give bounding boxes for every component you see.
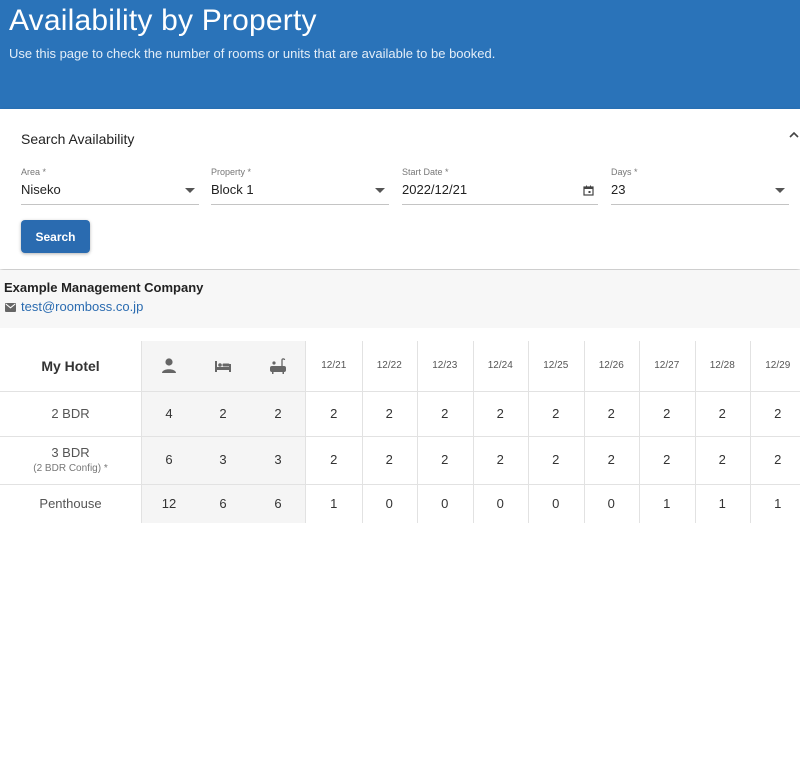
company-info: Example Management Company test@roomboss…: [0, 270, 800, 328]
date-header: 12/27: [654, 360, 680, 371]
start-date-label: Start Date *: [402, 167, 449, 177]
availability-cell[interactable]: 2: [362, 452, 418, 467]
chevron-up-icon[interactable]: [788, 129, 800, 141]
room-type-config: (2 BDR Config) *: [33, 463, 108, 474]
column-divider: [695, 341, 696, 523]
availability-cell[interactable]: 2: [584, 406, 640, 421]
availability-cell[interactable]: 2: [473, 452, 529, 467]
column-divider: [305, 341, 306, 523]
days-select[interactable]: Days * 23: [611, 166, 789, 205]
room-type-name: Penthouse: [39, 495, 102, 511]
availability-cell[interactable]: 1: [306, 496, 362, 511]
availability-cell[interactable]: 2: [750, 452, 800, 467]
date-header: 12/22: [376, 360, 402, 371]
row-divider: [0, 436, 800, 437]
dropdown-arrow-icon: [775, 188, 785, 193]
availability-cell[interactable]: 1: [639, 496, 695, 511]
availability-cell[interactable]: 2: [584, 452, 640, 467]
availability-cell[interactable]: 0: [584, 496, 640, 511]
property-label: Property *: [211, 167, 252, 177]
availability-cell[interactable]: 0: [473, 496, 529, 511]
company-email-link[interactable]: test@roomboss.co.jp: [21, 299, 143, 314]
availability-cell[interactable]: 1: [750, 496, 800, 511]
dropdown-arrow-icon: [375, 188, 385, 193]
calendar-icon[interactable]: [583, 185, 594, 196]
days-label: Days *: [611, 167, 638, 177]
area-select[interactable]: Area * Niseko: [21, 166, 199, 205]
guests-count: 6: [165, 452, 173, 467]
baths-count: 2: [274, 405, 282, 421]
area-value: Niseko: [21, 182, 61, 197]
page-header: Availability by Property Use this page t…: [0, 0, 800, 110]
page-title: Availability by Property: [9, 4, 317, 37]
row-divider: [0, 484, 800, 485]
room-type-name: 2 BDR: [51, 405, 90, 421]
property-value: Block 1: [211, 182, 254, 197]
date-header: 12/25: [543, 360, 569, 371]
column-divider: [473, 341, 474, 523]
column-divider: [362, 341, 363, 523]
availability-table: My Hotel 12/21 12/22 12/23 12/24 12/25 12/26 1…: [0, 341, 800, 523]
property-select[interactable]: Property * Block 1: [211, 166, 389, 205]
bath-icon: [270, 358, 286, 374]
search-button[interactable]: Search: [21, 220, 90, 253]
days-value: 23: [611, 182, 626, 197]
date-header: 12/28: [709, 360, 735, 371]
search-panel: Search Availability Area * Niseko Proper…: [0, 109, 800, 269]
guests-count: 4: [165, 405, 173, 421]
beds-count: 6: [219, 495, 227, 511]
guests-count: 12: [161, 495, 177, 511]
column-divider: [750, 341, 751, 523]
availability-cell[interactable]: 0: [528, 496, 584, 511]
page-subtitle: Use this page to check the number of roo…: [9, 46, 496, 61]
beds-count: 3: [219, 452, 227, 467]
availability-cell[interactable]: 1: [695, 496, 751, 511]
availability-cell[interactable]: 0: [362, 496, 418, 511]
date-header: 12/23: [432, 360, 458, 371]
availability-cell[interactable]: 2: [695, 406, 751, 421]
availability-cell[interactable]: 2: [306, 452, 362, 467]
availability-cell[interactable]: 2: [417, 452, 473, 467]
column-divider: [141, 341, 142, 523]
search-panel-title: Search Availability: [21, 131, 135, 147]
date-header: 12/29: [765, 360, 791, 371]
row-divider: [0, 391, 800, 392]
date-header: 12/26: [598, 360, 624, 371]
hotel-name: My Hotel: [41, 358, 100, 374]
availability-cell[interactable]: 2: [695, 452, 751, 467]
baths-count: 6: [274, 495, 282, 511]
mail-icon: [5, 303, 16, 312]
availability-cell[interactable]: 0: [417, 496, 473, 511]
availability-cell[interactable]: 2: [306, 406, 362, 421]
availability-cell[interactable]: 2: [639, 452, 695, 467]
column-divider: [584, 341, 585, 523]
dropdown-arrow-icon: [185, 188, 195, 193]
availability-cell[interactable]: 2: [639, 406, 695, 421]
baths-count: 3: [274, 452, 282, 467]
room-type-name: 3 BDR: [51, 445, 90, 460]
column-divider: [528, 341, 529, 523]
beds-count: 2: [219, 405, 227, 421]
availability-cell[interactable]: 2: [528, 452, 584, 467]
date-header: 12/24: [487, 360, 513, 371]
person-icon: [162, 358, 176, 373]
availability-cell[interactable]: 2: [528, 406, 584, 421]
area-label: Area *: [21, 167, 47, 177]
availability-cell[interactable]: 2: [473, 406, 529, 421]
availability-cell[interactable]: 2: [750, 406, 800, 421]
date-header: 12/21: [321, 360, 347, 371]
column-divider: [639, 341, 640, 523]
start-date-value: 2022/12/21: [402, 182, 468, 197]
start-date-field[interactable]: Start Date * 2022/12/21: [402, 166, 598, 205]
bed-icon: [215, 361, 231, 372]
availability-cell[interactable]: 2: [417, 406, 473, 421]
column-divider: [417, 341, 418, 523]
availability-cell[interactable]: 2: [362, 406, 418, 421]
company-name: Example Management Company: [4, 280, 204, 295]
